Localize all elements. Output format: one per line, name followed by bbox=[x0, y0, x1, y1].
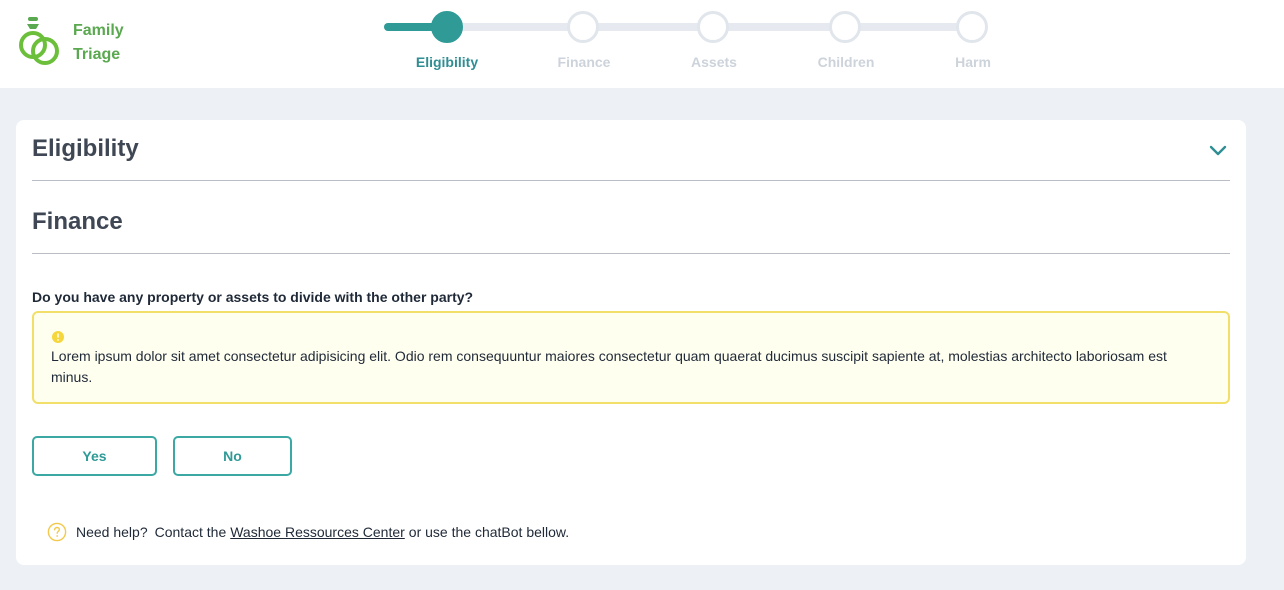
help-prefix: Need help? bbox=[76, 524, 148, 540]
step-dot-assets[interactable] bbox=[697, 11, 729, 43]
step-dot-finance[interactable] bbox=[567, 11, 599, 43]
no-button[interactable]: No bbox=[173, 436, 292, 476]
app-header: Family Triage Eligibility Finance Assets… bbox=[0, 0, 1284, 88]
chevron-down-icon[interactable] bbox=[1208, 140, 1228, 160]
step-label-harm[interactable]: Harm bbox=[913, 54, 1033, 70]
help-suffix: or use the chatBot bellow. bbox=[408, 524, 570, 540]
stepper-track bbox=[384, 23, 982, 31]
question-circle-icon bbox=[47, 522, 67, 542]
info-alert: Lorem ipsum dolor sit amet consectetur a… bbox=[32, 311, 1230, 404]
resource-center-link[interactable]: Washoe Ressources Center bbox=[230, 524, 405, 540]
step-label-children[interactable]: Children bbox=[786, 54, 906, 70]
alert-message: Lorem ipsum dolor sit amet consectetur a… bbox=[51, 348, 1167, 385]
step-dot-eligibility[interactable] bbox=[431, 11, 463, 43]
yes-button[interactable]: Yes bbox=[32, 436, 157, 476]
questionnaire-card: Eligibility Finance Do you have any prop… bbox=[16, 120, 1246, 565]
section-title-eligibility[interactable]: Eligibility bbox=[32, 135, 139, 163]
step-dot-harm[interactable] bbox=[956, 11, 988, 43]
help-line: Need help? Contact the Washoe Ressources… bbox=[47, 521, 569, 543]
section-divider bbox=[32, 180, 1230, 181]
step-label-finance[interactable]: Finance bbox=[524, 54, 644, 70]
section-divider bbox=[32, 253, 1230, 254]
progress-stepper: Eligibility Finance Assets Children Harm bbox=[0, 0, 1284, 88]
step-label-eligibility[interactable]: Eligibility bbox=[387, 54, 507, 70]
question-text: Do you have any property or assets to di… bbox=[32, 289, 474, 305]
step-dot-children[interactable] bbox=[829, 11, 861, 43]
step-label-assets[interactable]: Assets bbox=[654, 54, 774, 70]
warning-dot-icon bbox=[52, 331, 64, 343]
section-title-finance[interactable]: Finance bbox=[32, 208, 123, 236]
help-contact-text: Contact the bbox=[154, 524, 227, 540]
